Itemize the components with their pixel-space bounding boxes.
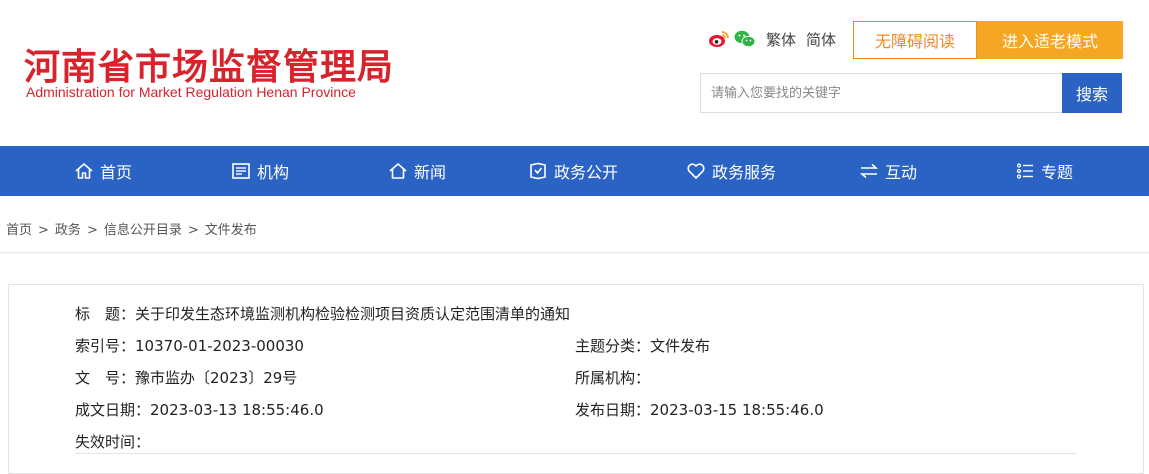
doc-number-value: 豫市监办〔2023〕29号 xyxy=(135,369,298,387)
info-bottom-divider xyxy=(75,453,1077,454)
doc-title-row: 标 题：关于印发生态环境监测机构检验检测项目资质认定范围清单的通知 xyxy=(75,303,570,324)
open-gov-icon xyxy=(530,162,546,180)
nav-item-home[interactable]: 首页 xyxy=(74,146,132,196)
doc-created-row: 成文日期：2023-03-13 18:55:46.0 xyxy=(75,399,324,420)
doc-published-row: 发布日期：2023-03-15 18:55:46.0 xyxy=(575,399,824,420)
exchange-icon xyxy=(859,163,879,179)
search-button[interactable]: 搜索 xyxy=(1062,73,1122,113)
home-icon xyxy=(75,163,93,179)
site-header: 河南省市场监督管理局 Administration for Market Reg… xyxy=(0,0,1149,146)
nav-item-open-gov[interactable]: 政务公开 xyxy=(528,146,618,196)
doc-index-label: 索引号： xyxy=(75,337,136,355)
doc-created-label: 成文日期： xyxy=(75,401,151,419)
nav-item-label: 互动 xyxy=(885,163,918,182)
lang-simplified-link[interactable]: 简体 xyxy=(806,29,836,50)
nav-item-news[interactable]: 新闻 xyxy=(388,146,446,196)
heart-icon xyxy=(687,163,705,179)
doc-number-row: 文 号：豫市监办〔2023〕29号 xyxy=(75,367,297,388)
weibo-icon[interactable] xyxy=(708,29,730,49)
breadcrumb-divider xyxy=(0,252,1149,253)
breadcrumb-separator: > xyxy=(86,223,98,238)
nav-item-org[interactable]: 机构 xyxy=(231,146,289,196)
doc-org-label: 所属机构： xyxy=(575,369,651,387)
search-input[interactable] xyxy=(700,73,1062,113)
org-icon xyxy=(232,163,250,179)
main-nav: 首页 机构 新闻 政务公开 政务服务 互动 专题 xyxy=(0,146,1149,196)
news-icon xyxy=(389,163,407,179)
nav-item-label: 机构 xyxy=(257,163,290,182)
doc-index-value: 10370-01-2023-00030 xyxy=(135,337,304,355)
doc-published-value: 2023-03-15 18:55:46.0 xyxy=(650,401,824,419)
accessible-reading-button[interactable]: 无障碍阅读 xyxy=(853,21,977,59)
doc-published-label: 发布日期： xyxy=(575,401,651,419)
elder-mode-button[interactable]: 进入适老模式 xyxy=(977,21,1123,59)
nav-item-label: 政务公开 xyxy=(554,163,619,182)
nav-item-label: 政务服务 xyxy=(712,163,777,182)
doc-index-row: 索引号：10370-01-2023-00030 xyxy=(75,335,304,356)
breadcrumb-separator: > xyxy=(38,223,49,238)
breadcrumb-separator: > xyxy=(187,223,199,238)
doc-subject-row: 主题分类：文件发布 xyxy=(575,335,710,356)
doc-expiry-row: 失效时间： xyxy=(75,431,150,452)
breadcrumb-current[interactable]: 文件发布 xyxy=(205,223,257,238)
breadcrumb: 首页 > 政务 > 信息公开目录 > 文件发布 xyxy=(6,219,257,238)
document-info-box: 标 题：关于印发生态环境监测机构检验检测项目资质认定范围清单的通知 索引号：10… xyxy=(8,284,1144,474)
lang-traditional-link[interactable]: 繁体 xyxy=(766,29,796,50)
doc-title-value: 关于印发生态环境监测机构检验检测项目资质认定范围清单的通知 xyxy=(135,305,571,323)
nav-item-label: 专题 xyxy=(1041,163,1074,182)
nav-item-interaction[interactable]: 互动 xyxy=(859,146,917,196)
nav-item-label: 新闻 xyxy=(414,163,447,182)
wechat-icon[interactable] xyxy=(734,29,756,49)
topic-icon xyxy=(1016,163,1033,179)
doc-title-label: 标 题： xyxy=(75,305,136,323)
top-utility-bar: 繁体 简体 xyxy=(708,27,840,51)
site-logo-title[interactable]: 河南省市场监督管理局 xyxy=(24,38,394,90)
doc-number-label: 文 号： xyxy=(75,369,136,387)
nav-item-topic[interactable]: 专题 xyxy=(1015,146,1073,196)
doc-created-value: 2023-03-13 18:55:46.0 xyxy=(150,401,324,419)
doc-subject-label: 主题分类： xyxy=(575,337,651,355)
nav-item-gov-service[interactable]: 政务服务 xyxy=(686,146,776,196)
breadcrumb-catalog[interactable]: 信息公开目录 xyxy=(104,223,182,238)
doc-expiry-label: 失效时间： xyxy=(75,433,151,451)
doc-org-row: 所属机构： xyxy=(575,367,650,388)
search-bar: 搜索 xyxy=(700,73,1122,113)
nav-item-label: 首页 xyxy=(100,163,133,182)
breadcrumb-gov[interactable]: 政务 xyxy=(55,223,81,238)
doc-subject-value: 文件发布 xyxy=(650,337,711,355)
breadcrumb-home[interactable]: 首页 xyxy=(6,223,32,238)
site-logo-subtitle: Administration for Market Regulation Hen… xyxy=(26,84,356,100)
